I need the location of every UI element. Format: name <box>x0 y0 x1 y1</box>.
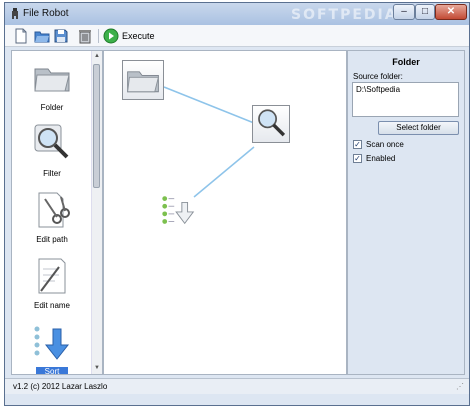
scroll-thumb[interactable] <box>93 64 100 188</box>
checkbox-check-icon: ✓ <box>353 140 362 149</box>
palette-item-folder[interactable]: Folder <box>12 57 92 123</box>
connector-line <box>193 146 255 198</box>
palette-label: Filter <box>43 169 61 178</box>
scroll-down-icon[interactable]: ▼ <box>93 364 101 373</box>
palette-item-sort[interactable]: Sort <box>12 321 92 374</box>
node-palette: Folder Filter Edit path Edit name Sort ▲… <box>11 50 103 375</box>
properties-title: Folder <box>392 57 420 67</box>
workflow-canvas[interactable] <box>103 50 347 375</box>
enabled-label: Enabled <box>366 154 396 163</box>
source-folder-label: Source folder: <box>353 72 403 81</box>
status-text: v1.2 (c) 2012 Lazar Laszlo <box>13 382 108 391</box>
checkbox-check-icon: ✓ <box>353 154 362 163</box>
source-folder-value: D:\Softpedia <box>356 85 401 94</box>
sort-arrow-icon <box>34 326 70 360</box>
folder-icon <box>34 68 70 92</box>
palette-scrollbar[interactable]: ▲ ▼ <box>91 51 102 374</box>
canvas-node-folder[interactable] <box>122 60 164 100</box>
open-folder-icon[interactable] <box>34 28 50 44</box>
sort-arrow-icon <box>162 196 195 225</box>
watermark: SOFTPEDIA <box>291 7 398 23</box>
source-folder-field[interactable]: D:\Softpedia <box>352 82 459 117</box>
toolbar-separator <box>98 29 99 43</box>
connector-line <box>163 86 255 124</box>
magnifier-icon <box>34 124 69 159</box>
pen-paper-icon <box>38 258 66 294</box>
canvas-node-sort[interactable] <box>159 191 199 231</box>
select-folder-button[interactable]: Select folder <box>378 121 459 135</box>
app-window: File Robot SOFTPEDIA – □ ✕ Execute Folde… <box>4 2 470 406</box>
minimize-button[interactable]: – <box>393 4 415 20</box>
execute-label: Execute <box>122 31 155 41</box>
palette-item-filter[interactable]: Filter <box>12 123 92 189</box>
canvas-node-filter[interactable] <box>252 105 290 143</box>
palette-label: Folder <box>40 103 64 112</box>
magnifier-icon <box>258 109 286 137</box>
properties-panel: Folder Source folder: D:\Softpedia Selec… <box>347 50 465 375</box>
status-bar: v1.2 (c) 2012 Lazar Laszlo ⋰ <box>5 378 469 394</box>
toolbar: Execute <box>5 25 469 47</box>
scissors-icon <box>38 192 70 228</box>
folder-icon <box>127 71 159 93</box>
robot-icon <box>12 8 18 19</box>
palette-label: Edit path <box>36 235 68 244</box>
resize-grip-icon[interactable]: ⋰ <box>456 382 466 392</box>
palette-item-edit-path[interactable]: Edit path <box>12 189 92 255</box>
scan-once-checkbox[interactable]: ✓ Scan once <box>353 139 463 151</box>
close-button[interactable]: ✕ <box>435 4 467 20</box>
enabled-checkbox[interactable]: ✓ Enabled <box>353 153 463 165</box>
save-icon[interactable] <box>53 28 69 44</box>
scroll-up-icon[interactable]: ▲ <box>93 52 101 61</box>
maximize-button[interactable]: □ <box>415 4 435 20</box>
new-document-icon[interactable] <box>13 28 29 44</box>
palette-label: Sort <box>36 367 68 374</box>
title-bar[interactable]: File Robot SOFTPEDIA – □ ✕ <box>5 3 469 25</box>
play-icon <box>103 28 119 44</box>
palette-item-edit-name[interactable]: Edit name <box>12 255 92 321</box>
scan-once-label: Scan once <box>366 140 404 149</box>
palette-label: Edit name <box>33 301 71 310</box>
window-title: File Robot <box>23 8 69 19</box>
delete-icon[interactable] <box>77 28 93 44</box>
